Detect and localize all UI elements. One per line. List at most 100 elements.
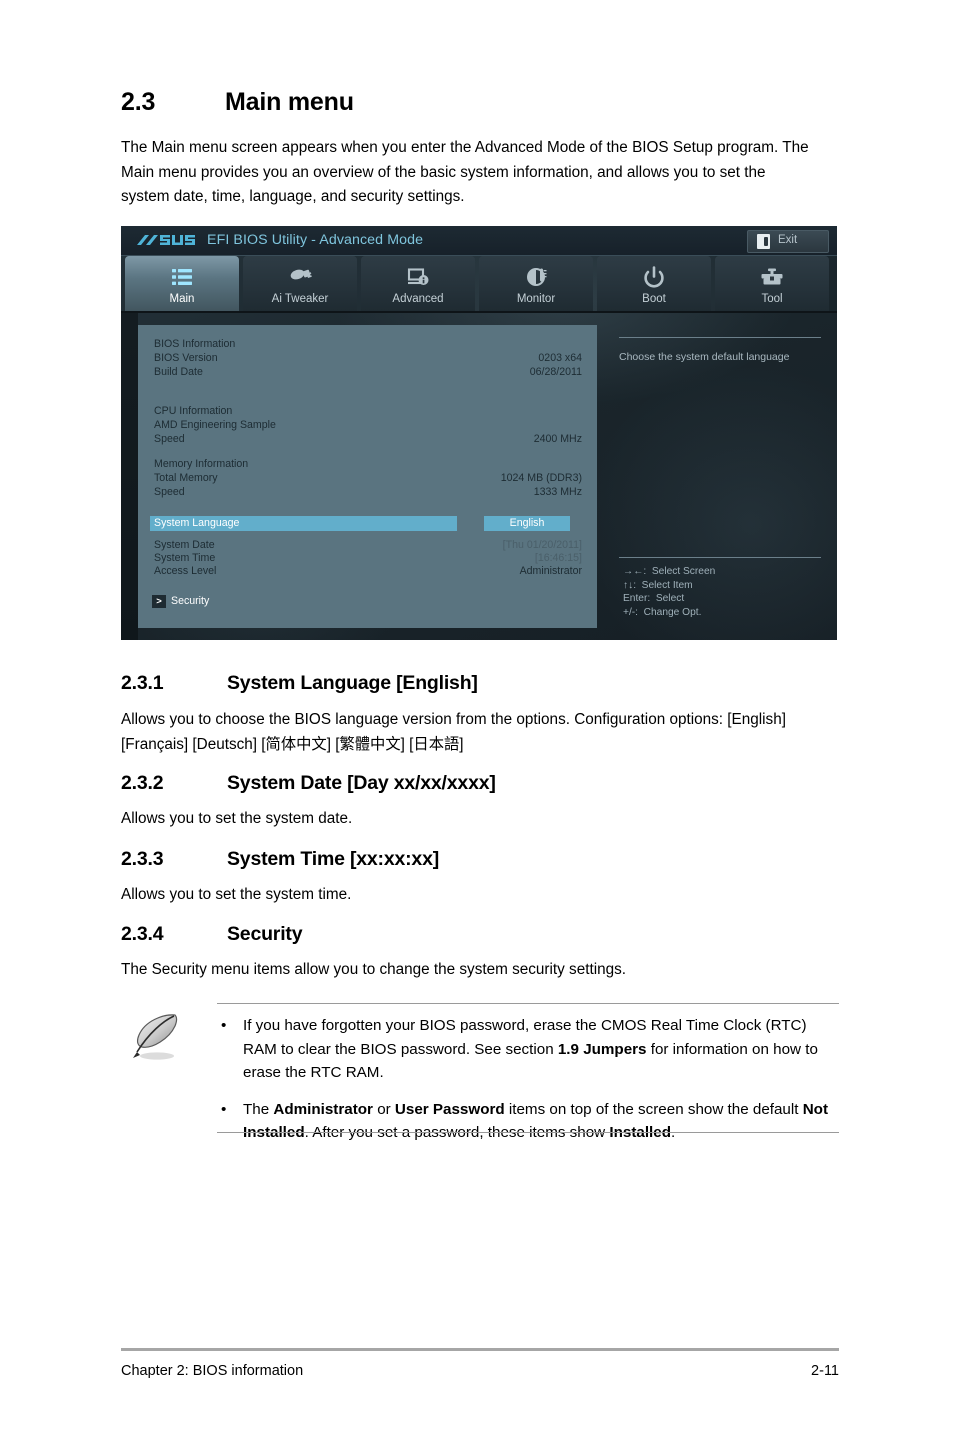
row-value: [Thu 01/20/2011] (502, 539, 582, 551)
row-label: Build Date (154, 366, 203, 378)
row-system-time[interactable]: System Time [16:46:15] (154, 551, 582, 565)
body-2-3-2: Allows you to set the system date. (121, 810, 353, 827)
note-2-bold2: User Password (394, 1100, 505, 1118)
subsection-title: System Date [Day xx/xx/xxxx] (227, 772, 496, 794)
bios-settings-panel: BIOS Information BIOS Version 0203 x64 B… (138, 325, 597, 628)
note-divider-bottom (217, 1132, 839, 1133)
row-system-date[interactable]: System Date [Thu 01/20/2011] (154, 538, 582, 552)
list-icon (169, 265, 195, 289)
intro-paragraph: The Main menu screen appears when you en… (121, 139, 809, 205)
row-label: Memory Information (154, 458, 249, 470)
subsection-title: System Time [xx:xx:xx] (227, 848, 440, 870)
exit-button[interactable]: Exit (747, 230, 829, 253)
key-legend-line: Enter: Select (623, 593, 685, 605)
note-2-bold1: Administrator (273, 1100, 373, 1118)
body-2-3-4: The Security menu items allow you to cha… (121, 961, 627, 978)
row-label: BIOS Version (154, 352, 218, 364)
help-divider-top (619, 337, 821, 338)
row-value: 1333 MHz (533, 486, 582, 498)
system-language-value[interactable]: English (484, 516, 570, 531)
row-label: Speed (154, 433, 185, 445)
row-label: Speed (154, 486, 185, 498)
tweaker-icon (287, 265, 313, 289)
row-value: [16:46:15] (534, 552, 582, 564)
row-label: System Time (154, 552, 216, 564)
row-bios-information: BIOS Information (154, 337, 582, 351)
tab-monitor-label: Monitor (516, 293, 556, 305)
row-bios-version: BIOS Version 0203 x64 (154, 351, 582, 365)
row-value: 2400 MHz (533, 433, 582, 445)
page-title: 2.3 Main menu (121, 88, 354, 117)
tab-tool-label: Tool (761, 293, 783, 305)
exit-label: Exit (778, 234, 798, 246)
help-text: Choose the system default language (619, 351, 790, 363)
asus-logo (136, 232, 198, 249)
row-system-language[interactable]: System Language (150, 516, 457, 531)
footer-chapter: Chapter 2: BIOS information (121, 1363, 304, 1379)
row-value: 0203 x64 (538, 352, 582, 364)
body-2-3-1: Allows you to choose the BIOS language v… (121, 711, 786, 753)
tab-boot[interactable]: Boot (597, 256, 711, 311)
row-label: Access Level (154, 565, 217, 577)
row-cpu-model: AMD Engineering Sample (154, 418, 582, 432)
row-cpu-speed: Speed 2400 MHz (154, 432, 582, 446)
subsection-number: 2.3.3 (121, 848, 164, 870)
footer-divider (121, 1348, 839, 1351)
subsection-title: Security (227, 923, 303, 945)
subsection-number: 2.3.4 (121, 923, 164, 945)
row-value: 06/28/2011 (529, 366, 582, 378)
bullet-glyph: • (221, 1017, 227, 1034)
tab-ai-tweaker[interactable]: Ai Tweaker (243, 256, 357, 311)
note-2-part1: The (243, 1100, 274, 1118)
key-legend-line: →←: Select Screen (623, 566, 716, 577)
tab-advanced[interactable]: Advanced (361, 256, 475, 311)
heading-2-3-2: 2.3.2 System Date [Day xx/xx/xxxx] (121, 772, 496, 795)
quill-pen-icon (127, 1008, 189, 1070)
exit-door-icon (757, 234, 770, 249)
security-label: Security (171, 595, 210, 607)
manual-page: 2.3 Main menu The Main menu screen appear… (0, 0, 954, 1438)
footer-page-number: 2-11 (811, 1363, 839, 1379)
bios-screenshot: EFI BIOS Utility - Advanced Mode Exit Ma… (121, 226, 837, 640)
gauge-icon (523, 265, 549, 289)
heading-2-3-4: 2.3.4 Security (121, 923, 303, 946)
row-access-level: Access Level Administrator (154, 564, 582, 578)
row-value: 1024 MB (DDR3) (500, 472, 582, 484)
key-legend-line: ↑↓: Select Item (623, 579, 693, 591)
row-total-memory: Total Memory 1024 MB (DDR3) (154, 471, 582, 485)
subsection-title: System Language [English] (227, 672, 478, 694)
tab-main[interactable]: Main (125, 256, 239, 311)
section-number: 2.3 (121, 88, 156, 116)
row-label: AMD Engineering Sample (154, 419, 276, 431)
bios-titlebar: EFI BIOS Utility - Advanced Mode Exit (121, 226, 837, 256)
note-list: • If you have forgotten your BIOS passwor… (217, 1014, 837, 1158)
note-divider-top (217, 1003, 839, 1004)
monitor-info-icon (405, 265, 431, 289)
toolbox-icon (759, 265, 785, 289)
subsection-number: 2.3.1 (121, 672, 164, 694)
help-divider-bottom (619, 557, 821, 558)
note-1-bold1: 1.9 Jumpers (557, 1040, 647, 1058)
row-label: System Language (154, 517, 240, 529)
key-legend: →←: Select Screen ↑↓: Select Item Enter:… (623, 565, 828, 619)
note-item-1: • If you have forgotten your BIOS passwor… (217, 1014, 837, 1085)
tab-monitor[interactable]: Monitor (479, 256, 593, 311)
bullet-glyph: • (221, 1100, 227, 1118)
row-build-date: Build Date 06/28/2011 (154, 365, 582, 379)
tab-advanced-label: Advanced (392, 293, 444, 305)
row-value: Administrator (519, 565, 582, 577)
row-label: BIOS Information (154, 338, 236, 350)
tab-main-label: Main (169, 293, 195, 305)
heading-2-3-1: 2.3.1 System Language [English] (121, 672, 478, 695)
row-cpu-information: CPU Information (154, 404, 582, 418)
row-label: System Date (154, 539, 215, 551)
tab-boot-label: Boot (642, 293, 666, 305)
section-title: Main menu (225, 88, 354, 116)
row-label: Total Memory (154, 472, 218, 484)
tab-tool[interactable]: Tool (715, 256, 829, 311)
note-2-part2: or (372, 1100, 395, 1118)
bios-tab-bar: Main Ai Tweaker Advanced Monitor Boot To… (121, 256, 837, 312)
key-legend-line: +/-: Change Opt. (623, 606, 702, 618)
body-2-3-3: Allows you to set the system time. (121, 886, 352, 903)
bios-left-rail (121, 313, 138, 640)
